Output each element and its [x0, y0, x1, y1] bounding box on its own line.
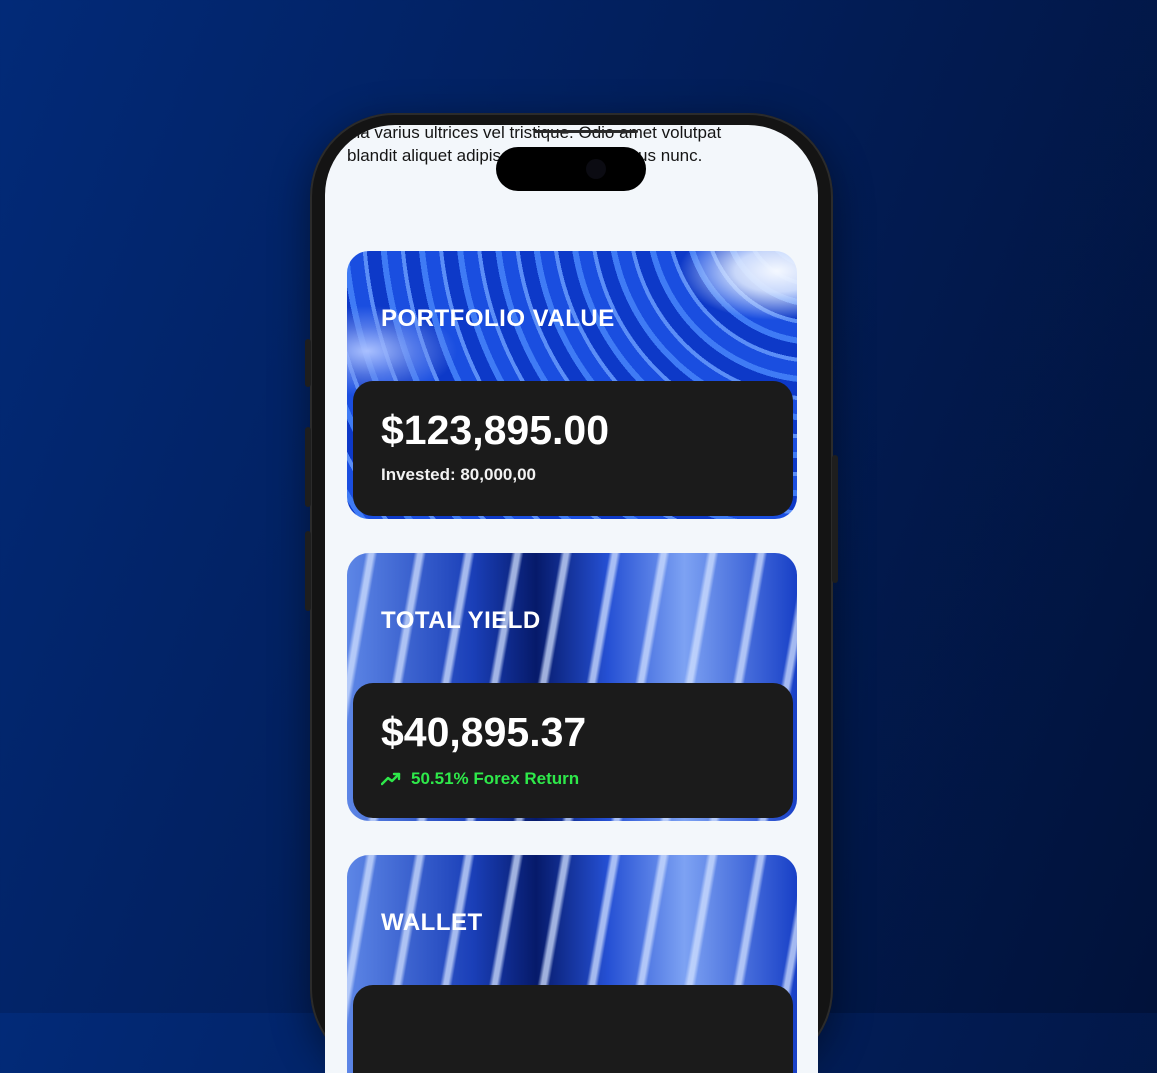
- phone-screen: nla varius ultrices vel tristique. Odio …: [325, 125, 818, 1073]
- portfolio-value-title: PORTFOLIO VALUE: [381, 305, 615, 332]
- portfolio-value-card[interactable]: PORTFOLIO VALUE $123,895.00 Invested: 80…: [347, 251, 797, 519]
- phone-frame: nla varius ultrices vel tristique. Odio …: [305, 113, 838, 1073]
- front-camera: [586, 159, 606, 179]
- forex-return: 50.51% Forex Return: [381, 769, 579, 789]
- portfolio-value-amount: $123,895.00: [381, 407, 610, 453]
- trending-up-icon: [381, 772, 401, 786]
- forex-return-text: 50.51% Forex Return: [411, 769, 580, 788]
- earpiece-speaker: [534, 130, 638, 133]
- total-yield-card[interactable]: TOTAL YIELD $40,895.37 50.51% Forex Retu…: [347, 553, 797, 821]
- mute-switch: [305, 339, 311, 387]
- invested-amount: Invested: 80,000,00: [381, 465, 536, 484]
- power-button: [832, 455, 838, 583]
- volume-down-button: [305, 531, 311, 611]
- dynamic-island: [496, 147, 646, 191]
- total-yield-title: TOTAL YIELD: [381, 607, 541, 634]
- wallet-title: WALLET: [381, 909, 483, 936]
- wallet-panel: [353, 985, 793, 1073]
- total-yield-panel: $40,895.37 50.51% Forex Return: [353, 683, 793, 818]
- total-yield-amount: $40,895.37: [381, 709, 587, 755]
- wallet-card[interactable]: WALLET: [347, 855, 797, 1073]
- volume-up-button: [305, 427, 311, 507]
- portfolio-value-panel: $123,895.00 Invested: 80,000,00: [353, 381, 793, 516]
